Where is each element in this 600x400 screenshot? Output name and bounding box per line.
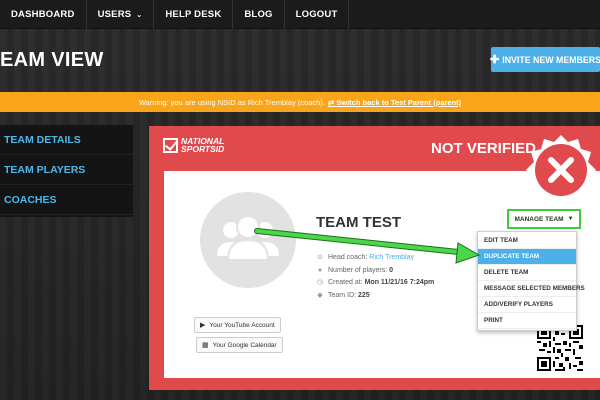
nav-blog[interactable]: BLOG bbox=[233, 0, 285, 29]
verification-status: NOT VERIFIED bbox=[431, 140, 537, 157]
team-name: TEAM TEST bbox=[316, 214, 401, 231]
sidebar-item-label: TEAM PLAYERS bbox=[4, 163, 86, 176]
trophy-icon: ♔ bbox=[316, 254, 324, 261]
menu-item-label: EDIT TEAM bbox=[484, 237, 518, 244]
top-nav: DASHBOARD USERS ⌄ HELP DESK BLOG LOGOUT bbox=[0, 0, 600, 29]
players-label: Number of players: bbox=[328, 266, 388, 274]
calendar-icon: ▦ bbox=[202, 342, 209, 349]
tag-icon: ◆ bbox=[317, 291, 323, 299]
menu-item-print[interactable]: PRINT bbox=[478, 313, 576, 329]
manage-team-dropdown: EDIT TEAM DUPLICATE TEAM DELETE TEAM MES… bbox=[477, 231, 585, 331]
menu-item-message-selected-members[interactable]: MESSAGE SELECTED MEMBERS bbox=[478, 281, 585, 297]
national-sportsid-logo: NATIONAL SPORTSID bbox=[163, 137, 224, 153]
nav-help-desk[interactable]: HELP DESK bbox=[154, 0, 234, 29]
menu-item-label: ADD/VERIFY PLAYERS bbox=[484, 301, 553, 308]
nav-help-desk-label: HELP DESK bbox=[165, 9, 222, 20]
warning-text: Warning: you are using NSID as Rich Trem… bbox=[138, 97, 325, 107]
team-id-value: 225 bbox=[357, 291, 370, 299]
created-row: ◷ Created at: Mon 11/21/16 7:24pm bbox=[316, 277, 434, 290]
logo-line2: SPORTSID bbox=[181, 144, 225, 154]
nav-logout-label: LOGOUT bbox=[295, 9, 338, 20]
user-icon: ● bbox=[317, 266, 323, 274]
nav-dashboard-label: DASHBOARD bbox=[11, 9, 75, 20]
menu-item-label: DUPLICATE TEAM bbox=[484, 253, 540, 260]
invite-label: INVITE NEW MEMBERS bbox=[502, 54, 600, 65]
menu-item-duplicate-team[interactable]: DUPLICATE TEAM bbox=[478, 249, 576, 265]
created-label: Created at: bbox=[328, 279, 363, 286]
youtube-account-button[interactable]: ▶ Your YouTube Account bbox=[194, 317, 281, 333]
created-value: Mon 11/21/16 7:24pm bbox=[364, 279, 435, 286]
chevron-down-icon: ⌄ bbox=[136, 11, 143, 19]
youtube-icon: ▶ bbox=[200, 322, 206, 329]
manage-team-label: MANAGE TEAM bbox=[514, 215, 564, 223]
nav-users-label: USERS bbox=[97, 9, 132, 20]
page-title: EAM VIEW bbox=[0, 49, 104, 71]
qr-code bbox=[537, 325, 583, 371]
nav-logout[interactable]: LOGOUT bbox=[285, 0, 350, 29]
sidebar-item-coaches[interactable]: COACHES bbox=[0, 185, 133, 215]
nav-dashboard[interactable]: DASHBOARD bbox=[0, 0, 87, 29]
sidebar-item-label: COACHES bbox=[4, 193, 57, 206]
menu-item-label: PRINT bbox=[484, 317, 503, 324]
menu-item-edit-team[interactable]: EDIT TEAM bbox=[478, 233, 576, 249]
team-id-label: Team ID: bbox=[328, 291, 357, 299]
clock-icon: ◷ bbox=[316, 279, 324, 286]
caret-down-icon: ▼ bbox=[567, 216, 574, 222]
switch-back-label: Switch back to Test Parent (parent) bbox=[336, 97, 462, 107]
youtube-label: Your YouTube Account bbox=[209, 321, 275, 329]
team-info: ♔ Head coach: Rich Tremblay ● Number of pl… bbox=[316, 252, 434, 302]
warning-bar: Warning: you are using NSID as Rich Trem… bbox=[0, 92, 600, 112]
head-coach-row: ♔ Head coach: Rich Tremblay bbox=[316, 252, 434, 265]
manage-team-button[interactable]: MANAGE TEAM ▼ bbox=[507, 209, 581, 229]
checkbox-logo-icon bbox=[163, 137, 178, 153]
menu-item-label: DELETE TEAM bbox=[484, 269, 529, 276]
menu-item-label: MESSAGE SELECTED MEMBERS bbox=[484, 285, 585, 292]
head-coach-label: Head coach: bbox=[328, 254, 368, 261]
sidebar: TEAM DETAILS TEAM PLAYERS COACHES bbox=[0, 125, 133, 217]
sidebar-item-label: TEAM DETAILS bbox=[4, 133, 81, 146]
calendar-label: Your Google Calendar bbox=[212, 341, 277, 349]
group-icon bbox=[217, 215, 279, 261]
sidebar-item-team-players[interactable]: TEAM PLAYERS bbox=[0, 155, 133, 185]
team-id-row: ◆ Team ID: 225 bbox=[316, 290, 434, 303]
nav-users[interactable]: USERS ⌄ bbox=[87, 0, 155, 29]
players-row: ● Number of players: 0 bbox=[316, 265, 434, 278]
team-avatar bbox=[200, 192, 296, 288]
menu-item-add-verify-players[interactable]: ADD/VERIFY PLAYERS bbox=[478, 297, 576, 313]
head-coach-link[interactable]: Rich Tremblay bbox=[369, 252, 414, 265]
not-verified-seal-icon bbox=[526, 135, 596, 205]
switch-back-link[interactable]: ⇄ Switch back to Test Parent (parent) bbox=[328, 98, 461, 107]
menu-item-delete-team[interactable]: DELETE TEAM bbox=[478, 265, 576, 281]
logo-text: NATIONAL SPORTSID bbox=[181, 137, 225, 154]
sidebar-item-team-details[interactable]: TEAM DETAILS bbox=[0, 125, 133, 155]
switch-icon: ⇄ bbox=[327, 97, 335, 107]
plus-icon: ✚ bbox=[490, 54, 500, 66]
invite-new-members-button[interactable]: ✚ INVITE NEW MEMBERS bbox=[490, 47, 600, 72]
google-calendar-button[interactable]: ▦ Your Google Calendar bbox=[196, 337, 283, 353]
players-count: 0 bbox=[389, 266, 393, 274]
nav-blog-label: BLOG bbox=[244, 9, 273, 20]
